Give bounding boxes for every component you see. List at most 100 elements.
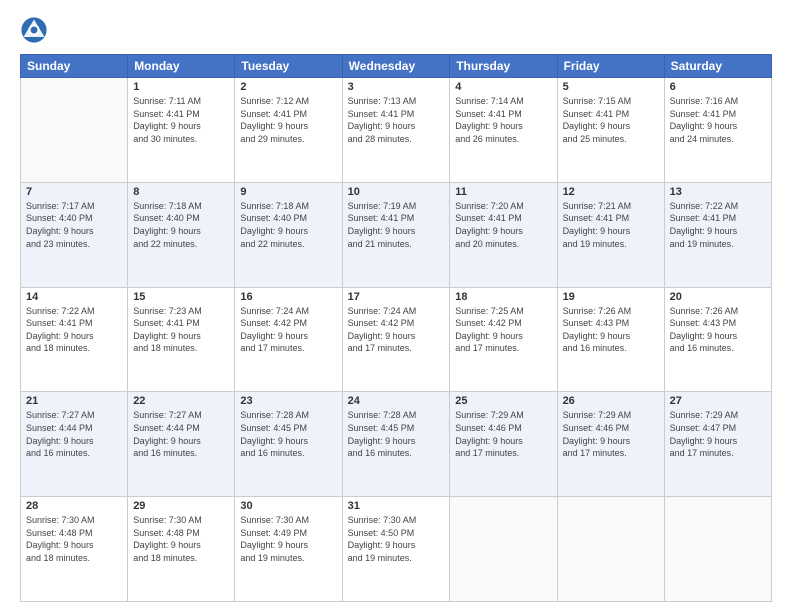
calendar-header: SundayMondayTuesdayWednesdayThursdayFrid… [21,55,772,78]
calendar-cell: 31 Sunrise: 7:30 AM Sunset: 4:50 PM Dayli… [342,497,450,602]
day-number: 28 [26,500,122,512]
calendar-cell: 13 Sunrise: 7:22 AM Sunset: 4:41 PM Dayli… [664,182,771,287]
day-number: 26 [563,395,659,407]
day-info: Sunrise: 7:22 AM Sunset: 4:41 PM Dayligh… [670,200,766,250]
day-info: Sunrise: 7:21 AM Sunset: 4:41 PM Dayligh… [563,200,659,250]
day-info: Sunrise: 7:24 AM Sunset: 4:42 PM Dayligh… [348,305,445,355]
calendar-cell: 7 Sunrise: 7:17 AM Sunset: 4:40 PM Daylig… [21,182,128,287]
header-cell-monday: Monday [128,55,235,78]
day-info: Sunrise: 7:13 AM Sunset: 4:41 PM Dayligh… [348,95,445,145]
calendar-cell [21,78,128,183]
day-info: Sunrise: 7:19 AM Sunset: 4:41 PM Dayligh… [348,200,445,250]
calendar-cell: 10 Sunrise: 7:19 AM Sunset: 4:41 PM Dayli… [342,182,450,287]
day-info: Sunrise: 7:24 AM Sunset: 4:42 PM Dayligh… [240,305,336,355]
calendar-cell [664,497,771,602]
page: SundayMondayTuesdayWednesdayThursdayFrid… [0,0,792,612]
day-number: 7 [26,186,122,198]
day-info: Sunrise: 7:18 AM Sunset: 4:40 PM Dayligh… [240,200,336,250]
day-info: Sunrise: 7:30 AM Sunset: 4:48 PM Dayligh… [26,514,122,564]
day-number: 11 [455,186,551,198]
day-number: 9 [240,186,336,198]
calendar-cell: 11Sunrise: 7:20 AM Sunset: 4:41 PM Dayli… [450,182,557,287]
week-row-2: 14Sunrise: 7:22 AM Sunset: 4:41 PM Dayli… [21,287,772,392]
week-row-0: 1Sunrise: 7:11 AM Sunset: 4:41 PM Daylig… [21,78,772,183]
day-number: 30 [240,500,336,512]
day-number: 17 [348,291,445,303]
week-row-4: 28 Sunrise: 7:30 AM Sunset: 4:48 PM Dayli… [21,497,772,602]
day-number: 23 [240,395,336,407]
day-number: 15 [133,291,229,303]
day-number: 19 [563,291,659,303]
calendar-cell: 22 Sunrise: 7:27 AM Sunset: 4:44 PM Dayli… [128,392,235,497]
day-info: Sunrise: 7:22 AM Sunset: 4:41 PM Dayligh… [26,305,122,355]
logo [20,16,50,44]
calendar-cell: 9 Sunrise: 7:18 AM Sunset: 4:40 PM Daylig… [235,182,342,287]
day-number: 2 [240,81,336,93]
calendar-cell: 17 Sunrise: 7:24 AM Sunset: 4:42 PM Dayli… [342,287,450,392]
calendar-cell: 16 Sunrise: 7:24 AM Sunset: 4:42 PM Dayli… [235,287,342,392]
day-info: Sunrise: 7:30 AM Sunset: 4:50 PM Dayligh… [348,514,445,564]
day-number: 10 [348,186,445,198]
day-info: Sunrise: 7:25 AM Sunset: 4:42 PM Dayligh… [455,305,551,355]
day-number: 13 [670,186,766,198]
header-cell-wednesday: Wednesday [342,55,450,78]
day-number: 22 [133,395,229,407]
day-info: Sunrise: 7:28 AM Sunset: 4:45 PM Dayligh… [348,409,445,459]
calendar-cell: 23 Sunrise: 7:28 AM Sunset: 4:45 PM Dayli… [235,392,342,497]
header-cell-thursday: Thursday [450,55,557,78]
calendar-cell: 28 Sunrise: 7:30 AM Sunset: 4:48 PM Dayli… [21,497,128,602]
day-info: Sunrise: 7:17 AM Sunset: 4:40 PM Dayligh… [26,200,122,250]
calendar-cell: 4 Sunrise: 7:14 AM Sunset: 4:41 PM Daylig… [450,78,557,183]
calendar-table: SundayMondayTuesdayWednesdayThursdayFrid… [20,54,772,602]
calendar-cell: 6 Sunrise: 7:16 AM Sunset: 4:41 PM Daylig… [664,78,771,183]
calendar-cell: 5Sunrise: 7:15 AM Sunset: 4:41 PM Daylig… [557,78,664,183]
calendar-cell: 14Sunrise: 7:22 AM Sunset: 4:41 PM Dayli… [21,287,128,392]
day-number: 3 [348,81,445,93]
day-info: Sunrise: 7:23 AM Sunset: 4:41 PM Dayligh… [133,305,229,355]
day-info: Sunrise: 7:27 AM Sunset: 4:44 PM Dayligh… [26,409,122,459]
day-info: Sunrise: 7:29 AM Sunset: 4:46 PM Dayligh… [455,409,551,459]
calendar-cell: 20Sunrise: 7:26 AM Sunset: 4:43 PM Dayli… [664,287,771,392]
day-number: 31 [348,500,445,512]
calendar-cell: 1Sunrise: 7:11 AM Sunset: 4:41 PM Daylig… [128,78,235,183]
day-number: 6 [670,81,766,93]
header-cell-sunday: Sunday [21,55,128,78]
calendar-cell: 18 Sunrise: 7:25 AM Sunset: 4:42 PM Dayli… [450,287,557,392]
header-cell-friday: Friday [557,55,664,78]
day-info: Sunrise: 7:16 AM Sunset: 4:41 PM Dayligh… [670,95,766,145]
header [20,16,772,44]
day-info: Sunrise: 7:30 AM Sunset: 4:49 PM Dayligh… [240,514,336,564]
calendar-cell [557,497,664,602]
day-info: Sunrise: 7:30 AM Sunset: 4:48 PM Dayligh… [133,514,229,564]
day-info: Sunrise: 7:26 AM Sunset: 4:43 PM Dayligh… [563,305,659,355]
day-info: Sunrise: 7:28 AM Sunset: 4:45 PM Dayligh… [240,409,336,459]
header-cell-tuesday: Tuesday [235,55,342,78]
day-number: 29 [133,500,229,512]
day-number: 18 [455,291,551,303]
day-number: 16 [240,291,336,303]
header-cell-saturday: Saturday [664,55,771,78]
day-info: Sunrise: 7:29 AM Sunset: 4:47 PM Dayligh… [670,409,766,459]
day-number: 24 [348,395,445,407]
day-info: Sunrise: 7:29 AM Sunset: 4:46 PM Dayligh… [563,409,659,459]
calendar-cell: 19 Sunrise: 7:26 AM Sunset: 4:43 PM Dayli… [557,287,664,392]
week-row-3: 21 Sunrise: 7:27 AM Sunset: 4:44 PM Dayli… [21,392,772,497]
day-info: Sunrise: 7:27 AM Sunset: 4:44 PM Dayligh… [133,409,229,459]
calendar-cell: 27 Sunrise: 7:29 AM Sunset: 4:47 PM Dayli… [664,392,771,497]
day-info: Sunrise: 7:14 AM Sunset: 4:41 PM Dayligh… [455,95,551,145]
day-number: 8 [133,186,229,198]
day-number: 21 [26,395,122,407]
logo-icon [20,16,48,44]
day-info: Sunrise: 7:15 AM Sunset: 4:41 PM Dayligh… [563,95,659,145]
day-number: 4 [455,81,551,93]
calendar-cell: 15 Sunrise: 7:23 AM Sunset: 4:41 PM Dayli… [128,287,235,392]
day-number: 20 [670,291,766,303]
header-row: SundayMondayTuesdayWednesdayThursdayFrid… [21,55,772,78]
calendar-cell: 26 Sunrise: 7:29 AM Sunset: 4:46 PM Dayli… [557,392,664,497]
calendar-cell: 24 Sunrise: 7:28 AM Sunset: 4:45 PM Dayli… [342,392,450,497]
day-number: 1 [133,81,229,93]
day-number: 27 [670,395,766,407]
week-row-1: 7 Sunrise: 7:17 AM Sunset: 4:40 PM Daylig… [21,182,772,287]
day-info: Sunrise: 7:12 AM Sunset: 4:41 PM Dayligh… [240,95,336,145]
calendar-cell: 2 Sunrise: 7:12 AM Sunset: 4:41 PM Daylig… [235,78,342,183]
